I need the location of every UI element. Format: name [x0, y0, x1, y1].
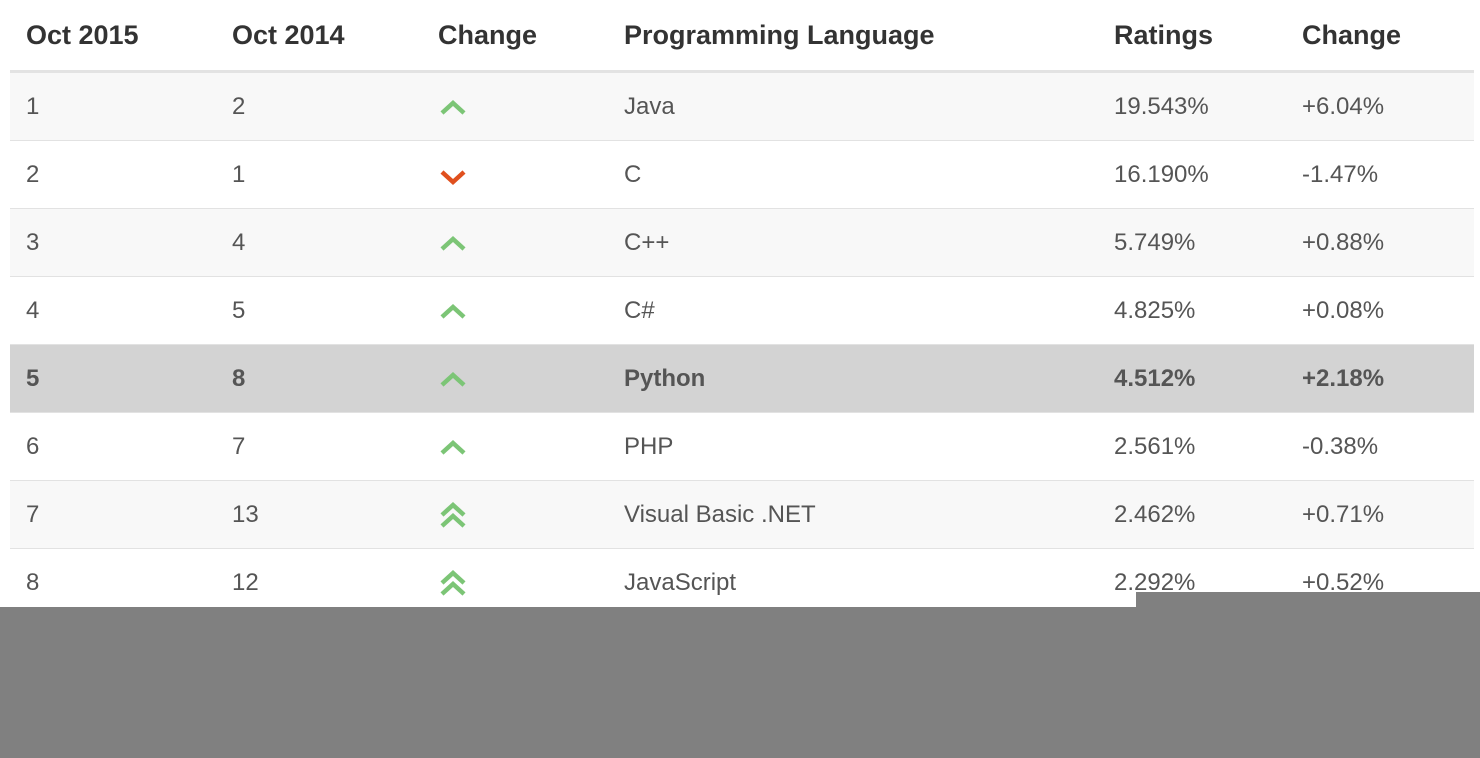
rating-change: -0.38%	[1302, 433, 1379, 460]
chevron-down-icon	[438, 141, 470, 208]
rating-value: 16.190%	[1114, 161, 1209, 188]
header-oct-2014[interactable]: Oct 2014	[232, 0, 345, 70]
rank-2015: 2	[26, 161, 40, 188]
rating-change: +6.04%	[1302, 93, 1385, 120]
chevron-up-icon	[438, 73, 470, 140]
rating-value: 2.561%	[1114, 433, 1196, 460]
chevron-up-icon	[438, 413, 470, 480]
rank-2014: 13	[232, 501, 259, 528]
rank-2014: 4	[232, 229, 246, 256]
double-chevron-up-icon	[438, 549, 470, 607]
rating-value: 19.543%	[1114, 93, 1209, 120]
gray-overlay	[1136, 592, 1480, 758]
language-name[interactable]: Visual Basic .NET	[624, 481, 816, 548]
language-name[interactable]: C#	[624, 277, 655, 344]
table-row: 4 5 C# 4.825% +0.08%	[10, 277, 1474, 345]
header-change-rank[interactable]: Change	[438, 0, 537, 70]
rank-2014: 8	[232, 365, 246, 392]
ranking-table: Oct 2015 Oct 2014 Change Programming Lan…	[0, 0, 1480, 607]
header-oct-2015[interactable]: Oct 2015	[26, 0, 139, 70]
rank-2014: 12	[232, 569, 259, 596]
rating-value: 2.462%	[1114, 501, 1196, 528]
double-chevron-up-icon	[438, 481, 470, 548]
language-name[interactable]: C	[624, 141, 641, 208]
table-row: 2 1 C 16.190% -1.47%	[10, 141, 1474, 209]
table-header: Oct 2015 Oct 2014 Change Programming Lan…	[10, 0, 1474, 73]
rating-change: -1.47%	[1302, 161, 1379, 188]
rank-2015: 8	[26, 569, 40, 596]
rank-2014: 2	[232, 93, 246, 120]
rating-value: 4.825%	[1114, 297, 1196, 324]
language-name[interactable]: Java	[624, 73, 675, 140]
page: Oct 2015 Oct 2014 Change Programming Lan…	[0, 0, 1480, 758]
header-programming-language[interactable]: Programming Language	[624, 0, 935, 70]
rating-change: +0.88%	[1302, 229, 1385, 256]
rating-value: 4.512%	[1114, 365, 1196, 392]
chevron-up-icon	[438, 277, 470, 344]
rating-change: +0.08%	[1302, 297, 1385, 324]
rank-2015: 7	[26, 501, 40, 528]
language-name[interactable]: JavaScript	[624, 549, 736, 607]
header-ratings[interactable]: Ratings	[1114, 0, 1213, 70]
rank-2015: 4	[26, 297, 40, 324]
chevron-up-icon	[438, 345, 470, 412]
table-row-highlighted: 5 8 Python 4.512% +2.18%	[10, 345, 1474, 413]
table-row: 1 2 Java 19.543% +6.04%	[10, 73, 1474, 141]
rank-2015: 1	[26, 93, 40, 120]
header-change-rating[interactable]: Change	[1302, 0, 1401, 70]
rank-2015: 6	[26, 433, 40, 460]
rank-2014: 5	[232, 297, 246, 324]
table-row: 6 7 PHP 2.561% -0.38%	[10, 413, 1474, 481]
table-row: 7 13 Visual Basic .NET 2.462% +0.71%	[10, 481, 1474, 549]
rating-change: +0.71%	[1302, 501, 1385, 528]
language-name[interactable]: Python	[624, 345, 705, 412]
language-name[interactable]: PHP	[624, 413, 673, 480]
chevron-up-icon	[438, 209, 470, 276]
rating-value: 5.749%	[1114, 229, 1196, 256]
rank-2015: 5	[26, 365, 40, 392]
rank-2014: 1	[232, 161, 246, 188]
rank-2015: 3	[26, 229, 40, 256]
rating-change: +2.18%	[1302, 365, 1385, 392]
rank-2014: 7	[232, 433, 246, 460]
language-name[interactable]: C++	[624, 209, 669, 276]
table-row: 3 4 C++ 5.749% +0.88%	[10, 209, 1474, 277]
